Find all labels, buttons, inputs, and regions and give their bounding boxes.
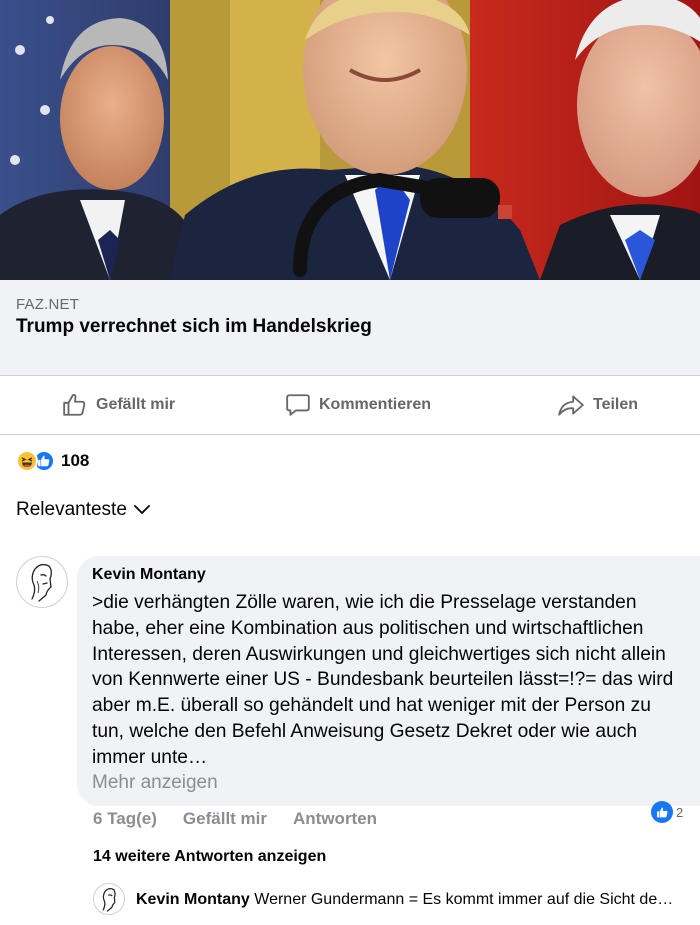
post-image[interactable] xyxy=(0,0,700,280)
reactions-summary[interactable]: 108 xyxy=(16,449,89,473)
chevron-down-icon xyxy=(134,505,150,514)
comment-meta: 6 Tag(e) Gefällt mir Antworten xyxy=(93,809,377,829)
reply-preview[interactable]: Kevin Montany Werner Gundermann = Es kom… xyxy=(136,891,700,909)
link-source: FAZ.NET xyxy=(16,296,80,313)
link-preview[interactable]: FAZ.NET Trump verrechnet sich im Handels… xyxy=(0,280,700,375)
comment-like-button[interactable]: Gefällt mir xyxy=(183,809,267,829)
like-button-label: Gefällt mir xyxy=(96,396,176,413)
comment-sort-dropdown[interactable]: Relevanteste xyxy=(16,499,151,521)
comment-bubble[interactable]: Kevin Montany >die verhängten Zölle ware… xyxy=(77,556,700,806)
avatar[interactable] xyxy=(16,556,68,608)
comment-text: >die verhängten Zölle waren, wie ich die… xyxy=(92,592,674,768)
sketch-portrait-icon xyxy=(102,888,116,912)
reply-text: Werner Gundermann = Es kommt immer auf d… xyxy=(254,891,674,908)
thumbs-up-icon xyxy=(63,393,86,416)
view-more-replies-link[interactable]: 14 weitere Antworten anzeigen xyxy=(93,848,326,866)
see-more-link[interactable]: Mehr anzeigen xyxy=(92,772,684,794)
comment-timestamp[interactable]: 6 Tag(e) xyxy=(93,809,157,829)
reply-avatar[interactable] xyxy=(93,883,125,915)
link-title[interactable]: Trump verrechnet sich im Handelskrieg xyxy=(16,316,684,338)
comment-button[interactable]: Kommentieren xyxy=(285,376,431,434)
share-button-label: Teilen xyxy=(593,396,639,413)
sketch-portrait-icon xyxy=(31,563,52,602)
share-icon xyxy=(558,395,584,416)
comment-icon xyxy=(286,394,310,416)
reply-author[interactable]: Kevin Montany xyxy=(136,891,250,908)
share-button[interactable]: Teilen xyxy=(557,376,638,434)
haha-icon xyxy=(16,450,38,472)
comment-reaction-badge[interactable]: 2 xyxy=(651,800,684,824)
comment-like-count: 2 xyxy=(676,804,684,820)
news-photo xyxy=(0,0,700,280)
like-button[interactable]: Gefällt mir xyxy=(62,376,175,434)
reaction-count: 108 xyxy=(61,451,90,470)
comment-reply-button[interactable]: Antworten xyxy=(293,809,377,829)
post-action-bar: Gefällt mir Kommentieren Teilen xyxy=(0,375,700,435)
like-icon xyxy=(651,801,673,823)
comment-button-label: Kommentieren xyxy=(319,396,432,413)
comment-author[interactable]: Kevin Montany xyxy=(92,566,684,584)
sort-label: Relevanteste xyxy=(16,499,127,520)
